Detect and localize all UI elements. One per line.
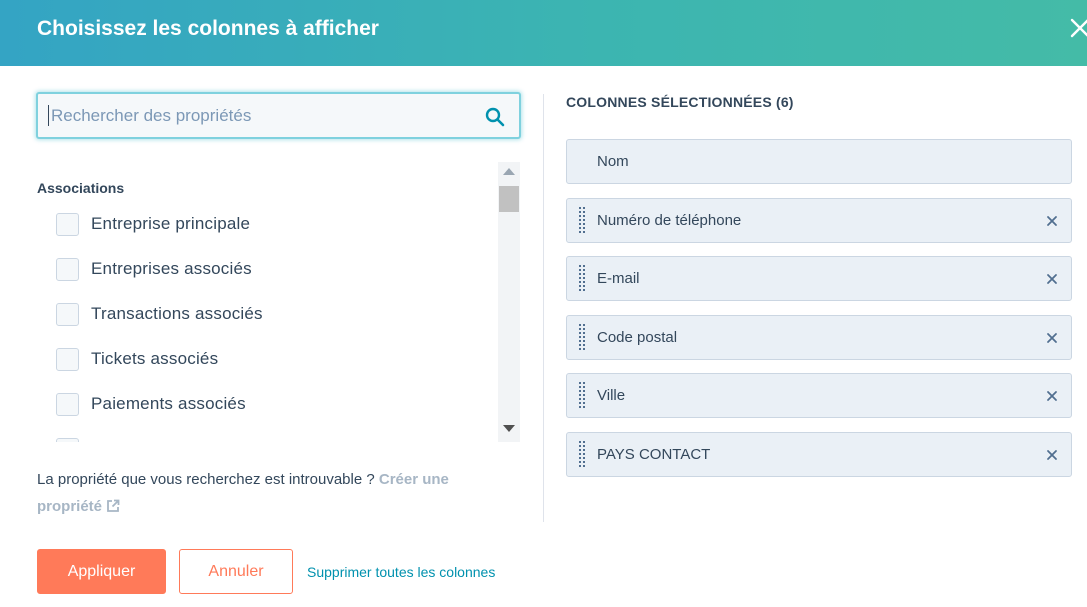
selected-column-item[interactable]: Code postal <box>566 315 1072 360</box>
search-icon[interactable] <box>485 107 505 127</box>
drag-handle-icon[interactable] <box>579 265 585 292</box>
property-option[interactable]: Transactions associés <box>56 302 263 326</box>
drag-handle-icon[interactable] <box>579 382 585 409</box>
property-option[interactable]: Paiements associés <box>56 392 246 416</box>
checkbox[interactable] <box>56 212 79 236</box>
property-not-found-message: La propriété que vous recherchez est int… <box>37 466 497 522</box>
selected-column-label: Numéro de téléphone <box>597 212 742 229</box>
checkbox[interactable] <box>56 302 79 326</box>
property-option-label: Entreprise principale <box>91 214 251 233</box>
property-option-partial[interactable] <box>56 437 79 442</box>
remove-column-icon[interactable] <box>1045 272 1059 286</box>
column-divider <box>543 94 544 522</box>
checkbox[interactable] <box>56 437 79 442</box>
list-scrollbar[interactable] <box>498 162 520 442</box>
modal-title: Choisissez les colonnes à afficher <box>37 17 379 40</box>
property-option[interactable]: Entreprise principale <box>56 212 250 236</box>
property-option[interactable]: Tickets associés <box>56 347 218 371</box>
selected-column-item[interactable]: E-mail <box>566 256 1072 301</box>
checkbox[interactable] <box>56 392 79 416</box>
search-input[interactable] <box>48 105 468 126</box>
selected-column-item[interactable]: Ville <box>566 373 1072 418</box>
property-option-label: Paiements associés <box>91 394 246 413</box>
property-option[interactable]: Entreprises associés <box>56 257 252 281</box>
scroll-down-arrow-icon[interactable] <box>503 425 515 432</box>
modal-header: Choisissez les colonnes à afficher <box>0 0 1087 66</box>
cancel-button[interactable]: Annuler <box>179 549 293 594</box>
property-option-label: Transactions associés <box>91 304 263 323</box>
remove-column-icon[interactable] <box>1045 214 1059 228</box>
remove-column-icon[interactable] <box>1045 331 1059 345</box>
checkbox[interactable] <box>56 257 79 281</box>
selected-column-label: PAYS CONTACT <box>597 446 711 463</box>
selected-column-item: Nom <box>566 139 1072 184</box>
selected-columns-title: COLONNES SÉLECTIONNÉES (6) <box>566 94 794 110</box>
not-found-text: La propriété que vous recherchez est int… <box>37 471 379 488</box>
drag-handle-icon[interactable] <box>579 207 585 234</box>
search-box[interactable] <box>36 92 521 139</box>
apply-button[interactable]: Appliquer <box>37 549 166 594</box>
property-option-label: Tickets associés <box>91 349 219 368</box>
selected-column-label: E-mail <box>597 270 640 287</box>
external-link-icon <box>106 495 120 522</box>
selected-column-item[interactable]: Numéro de téléphone <box>566 198 1072 243</box>
close-icon[interactable] <box>1068 16 1087 40</box>
selected-column-label: Nom <box>597 153 629 170</box>
selected-column-label: Code postal <box>597 329 678 346</box>
remove-column-icon[interactable] <box>1045 448 1059 462</box>
property-option-label: Entreprises associés <box>91 259 252 278</box>
remove-column-icon[interactable] <box>1045 389 1059 403</box>
selected-column-label: Ville <box>597 387 626 404</box>
drag-handle-icon[interactable] <box>579 441 585 468</box>
drag-handle-icon[interactable] <box>579 324 585 351</box>
selected-column-item[interactable]: PAYS CONTACT <box>566 432 1072 477</box>
group-label: Associations <box>37 180 125 196</box>
checkbox[interactable] <box>56 347 79 371</box>
remove-all-columns-link[interactable]: Supprimer toutes les colonnes <box>307 564 495 580</box>
scroll-thumb[interactable] <box>499 186 519 212</box>
property-list: Associations Entreprise principale Entre… <box>37 160 495 442</box>
scroll-up-arrow-icon[interactable] <box>503 168 515 175</box>
